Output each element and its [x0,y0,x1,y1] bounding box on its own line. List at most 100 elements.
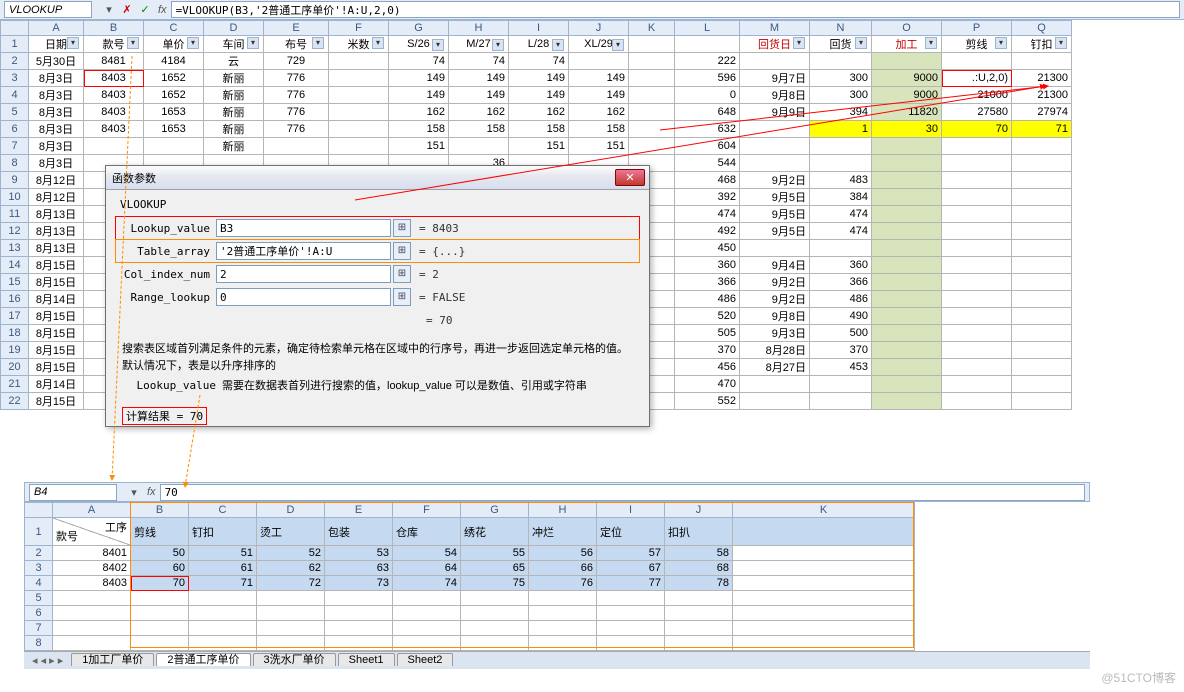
cell[interactable]: 新丽 [204,138,264,155]
cell[interactable] [629,121,675,138]
cell[interactable]: 162 [389,104,449,121]
cell[interactable]: 新丽 [204,104,264,121]
row-header[interactable]: 18 [1,325,29,342]
cell[interactable] [329,53,389,70]
cell[interactable] [1012,342,1072,359]
col-header[interactable]: E [325,503,393,518]
col-header[interactable]: L [675,21,740,36]
cell[interactable] [872,291,942,308]
cell[interactable]: 70 [131,576,189,591]
filter-arrow-icon[interactable]: ▾ [372,37,384,49]
row-header[interactable]: 9 [1,172,29,189]
filter-arrow-icon[interactable]: ▾ [1055,37,1067,49]
cell[interactable]: 11820 [872,104,942,121]
cell[interactable] [131,591,189,606]
range-lookup-input[interactable]: 0 [216,288,391,306]
filter-cell[interactable]: 加工▾ [872,36,942,53]
sheet-tab[interactable]: Sheet1 [338,653,395,666]
cell[interactable]: 65 [461,561,529,576]
range-selector-icon[interactable]: ⊞ [393,288,411,306]
cell[interactable]: 474 [810,206,872,223]
cell[interactable] [1012,393,1072,410]
cell[interactable] [189,606,257,621]
cell[interactable] [733,636,915,651]
cell[interactable] [257,636,325,651]
cell[interactable]: 149 [389,87,449,104]
col-header[interactable]: Q [1012,21,1072,36]
row-header[interactable]: 13 [1,240,29,257]
cell[interactable] [329,121,389,138]
cell[interactable]: 149 [509,70,569,87]
sheet-tab[interactable]: 2普通工序单价 [156,653,250,666]
cell[interactable] [1012,291,1072,308]
cell[interactable]: 8月3日 [29,87,84,104]
cell[interactable]: 8月3日 [29,70,84,87]
cell[interactable]: 492 [675,223,740,240]
cell[interactable]: 370 [675,342,740,359]
cell[interactable] [1012,376,1072,393]
header-cell[interactable]: 剪线 [131,518,189,546]
cell[interactable] [740,155,810,172]
row-header[interactable]: 6 [1,121,29,138]
cell[interactable]: 360 [810,257,872,274]
cell[interactable]: 776 [264,70,329,87]
cell[interactable]: 1653 [144,104,204,121]
cell[interactable] [325,591,393,606]
cell[interactable]: 74 [509,53,569,70]
cell[interactable]: 8403 [53,576,131,591]
cell[interactable] [872,223,942,240]
cell[interactable]: 9000 [872,70,942,87]
cell[interactable]: 63 [325,561,393,576]
cell[interactable]: 222 [675,53,740,70]
cell[interactable] [1012,240,1072,257]
cell[interactable]: 78 [665,576,733,591]
cell[interactable]: 8月13日 [29,240,84,257]
filter-arrow-icon[interactable]: ▾ [552,39,564,51]
cell[interactable]: 21300 [1012,70,1072,87]
cell[interactable]: 70 [942,121,1012,138]
fx-label[interactable]: fx [158,4,167,16]
cell[interactable] [131,606,189,621]
cell[interactable]: 8月15日 [29,257,84,274]
cell[interactable]: 8403 [84,87,144,104]
cancel-icon[interactable]: ✗ [119,2,135,18]
cell[interactable] [393,636,461,651]
cell[interactable] [872,138,942,155]
cell[interactable]: 9月9日 [740,104,810,121]
cell[interactable]: 158 [449,121,509,138]
cell[interactable] [569,53,629,70]
cell[interactable] [1012,257,1072,274]
cell[interactable] [810,393,872,410]
cell[interactable] [1012,325,1072,342]
header-cell[interactable]: 绣花 [461,518,529,546]
cell[interactable]: 9月5日 [740,206,810,223]
cell[interactable]: 366 [675,274,740,291]
col-header[interactable]: D [257,503,325,518]
cell[interactable] [733,561,915,576]
col-header[interactable]: K [733,503,915,518]
cell[interactable]: 776 [264,104,329,121]
cell[interactable]: 67 [597,561,665,576]
cell[interactable] [872,206,942,223]
cell[interactable]: 27974 [1012,104,1072,121]
cell[interactable]: 8月3日 [29,121,84,138]
cell[interactable]: 776 [264,121,329,138]
cell[interactable] [942,376,1012,393]
cell[interactable] [597,606,665,621]
cell[interactable]: 74 [449,53,509,70]
cell[interactable] [329,138,389,155]
cell[interactable]: 21300 [1012,87,1072,104]
cell[interactable]: 新丽 [204,87,264,104]
row-header[interactable]: 21 [1,376,29,393]
col-header[interactable]: E [264,21,329,36]
cell[interactable] [257,606,325,621]
cell[interactable]: 729 [264,53,329,70]
cell[interactable] [942,240,1012,257]
cell[interactable] [942,53,1012,70]
cell[interactable]: 72 [257,576,325,591]
cell[interactable]: 450 [675,240,740,257]
cell[interactable]: 8月14日 [29,376,84,393]
cell[interactable] [733,606,915,621]
cell[interactable]: 162 [569,104,629,121]
cell[interactable] [189,591,257,606]
